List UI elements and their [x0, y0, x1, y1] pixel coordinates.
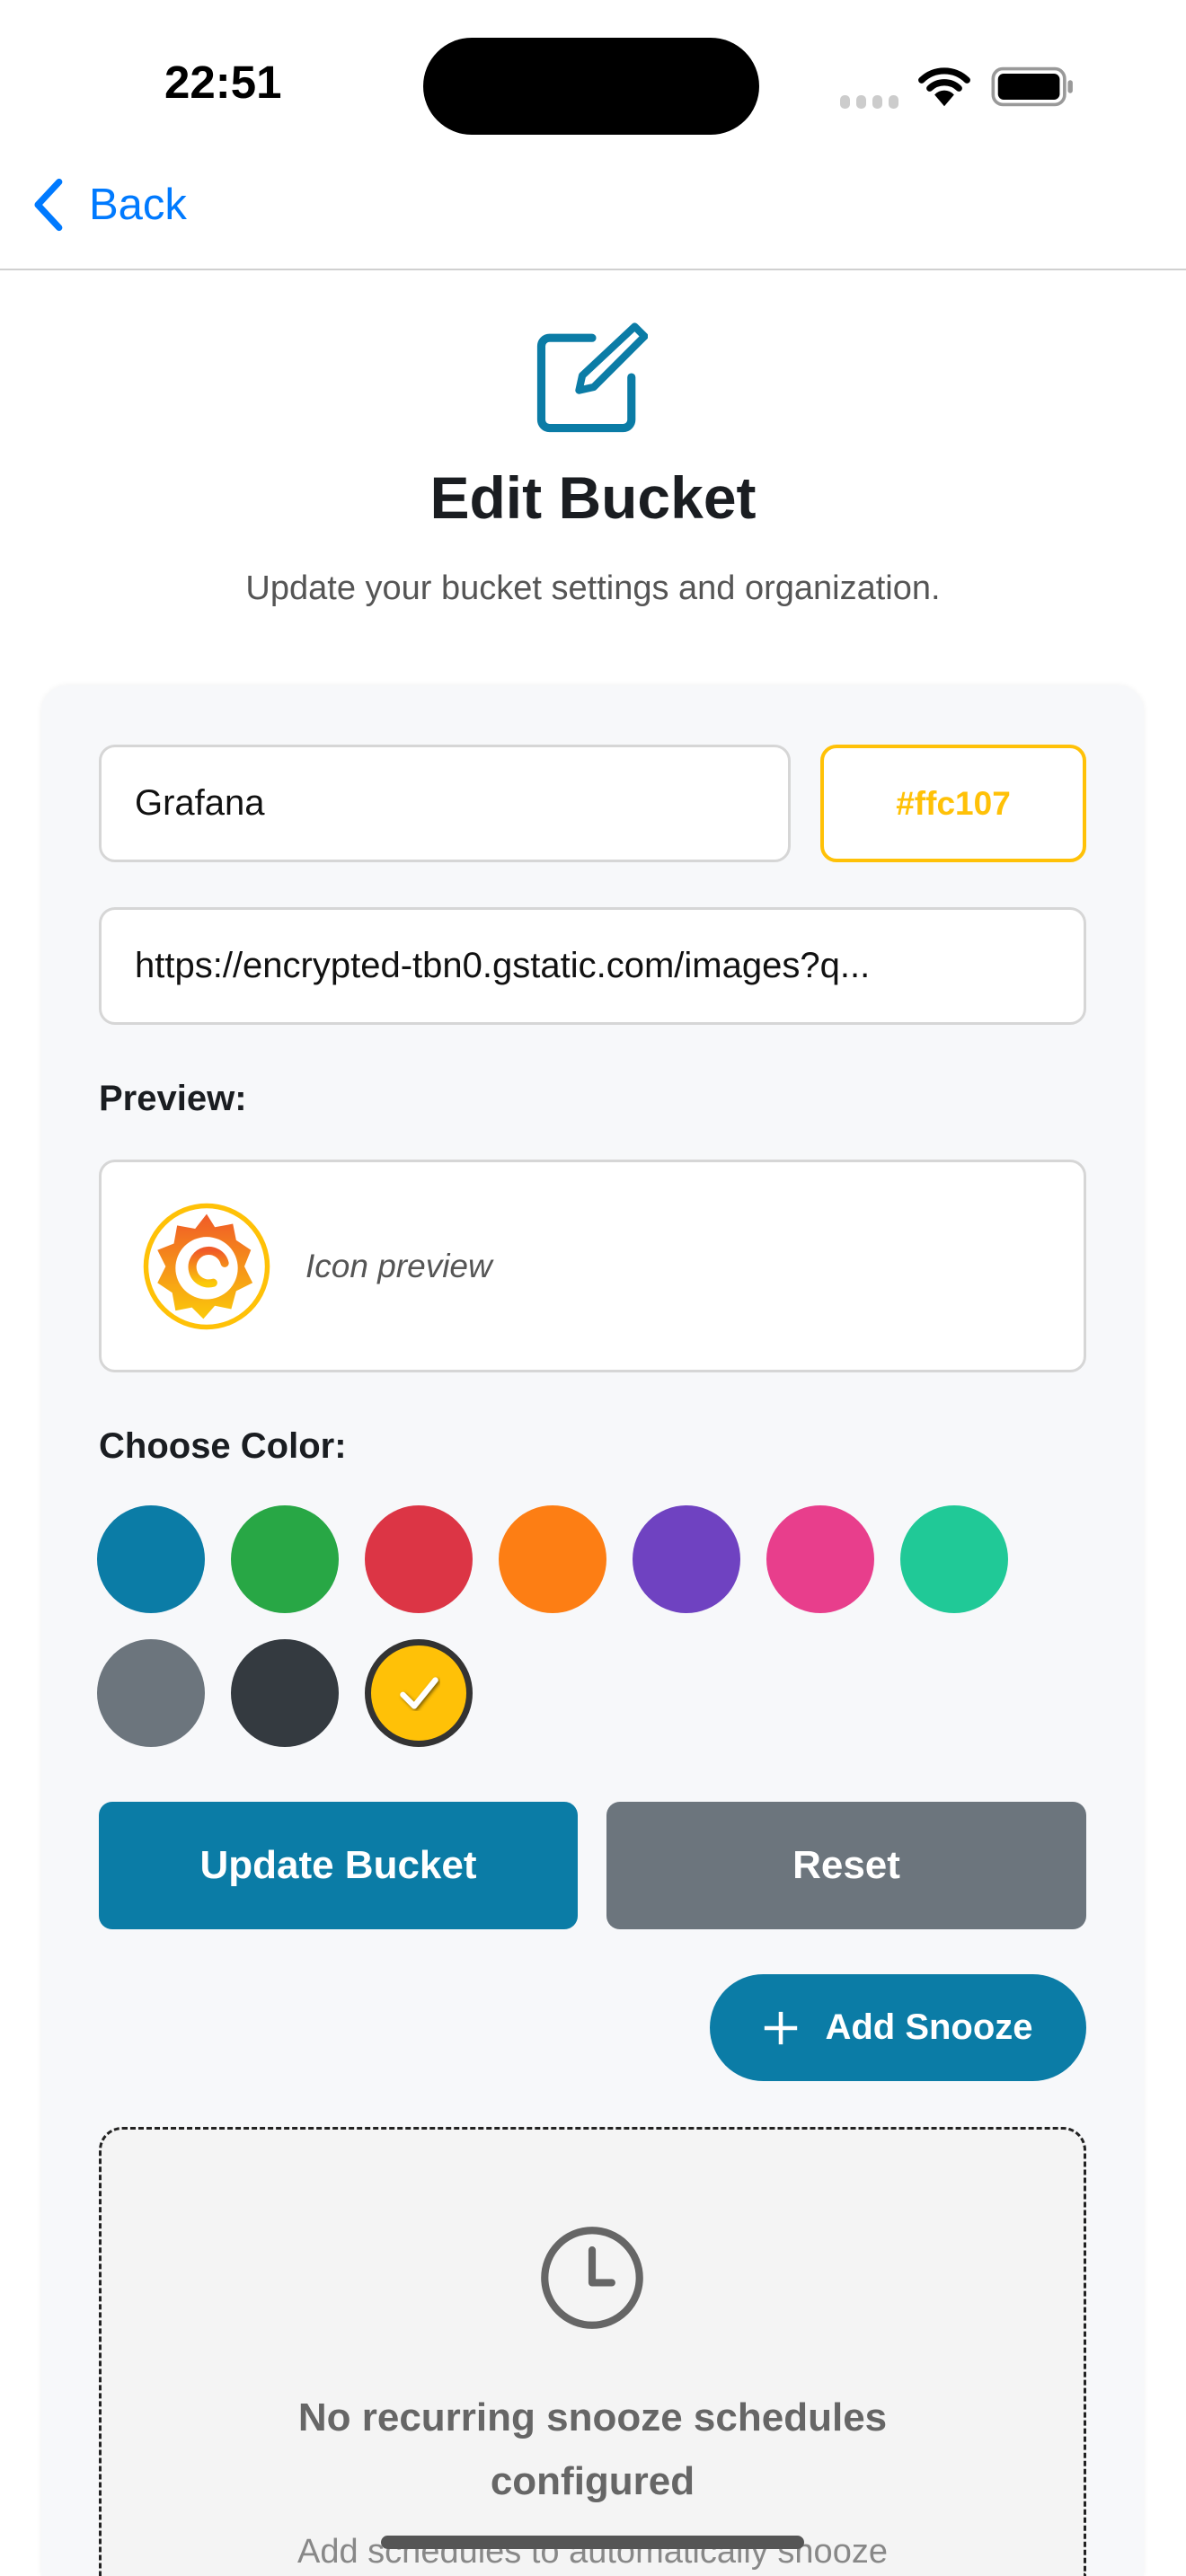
preview-label: Preview:: [99, 1079, 247, 1118]
color-swatches: [97, 1505, 1098, 1747]
signal-icon: [840, 95, 898, 109]
page-title: Edit Bucket: [429, 464, 757, 531]
dynamic-island: [423, 38, 759, 135]
color-swatch[interactable]: [766, 1505, 874, 1613]
home-indicator: [381, 2536, 804, 2549]
color-swatch[interactable]: [231, 1505, 339, 1613]
checkmark-icon: [399, 1677, 438, 1709]
color-swatch[interactable]: [900, 1505, 1008, 1613]
color-swatch[interactable]: [633, 1505, 740, 1613]
choose-color-label: Choose Color:: [99, 1426, 347, 1466]
color-swatch[interactable]: [97, 1639, 205, 1747]
page-subtitle: Update your bucket settings and organiza…: [245, 569, 941, 607]
chevron-left-icon: [34, 178, 63, 232]
update-bucket-button[interactable]: Update Bucket: [99, 1802, 578, 1929]
snooze-empty-title: No recurring snooze schedules configured: [297, 2395, 888, 2503]
wifi-icon: [918, 67, 970, 107]
color-swatch[interactable]: [499, 1505, 606, 1613]
icon-preview-box: Icon preview: [99, 1160, 1086, 1372]
reset-button[interactable]: Reset: [606, 1802, 1086, 1929]
battery-icon: [991, 66, 1073, 107]
color-swatch[interactable]: [365, 1505, 473, 1613]
color-hex-input[interactable]: #ffc107: [820, 745, 1086, 862]
bucket-name-input[interactable]: Grafana: [99, 745, 791, 862]
back-label: Back: [89, 180, 187, 229]
icon-preview-text: Icon preview: [305, 1247, 492, 1284]
status-time: 22:51: [164, 57, 282, 108]
color-swatch[interactable]: [365, 1639, 473, 1747]
color-swatch[interactable]: [231, 1639, 339, 1747]
edit-icon: [536, 322, 648, 433]
add-snooze-label: Add Snooze: [825, 2007, 1033, 2047]
grafana-logo-icon: [143, 1203, 270, 1329]
icon-url-input[interactable]: https://encrypted-tbn0.gstatic.com/image…: [99, 907, 1086, 1025]
add-snooze-button[interactable]: Add Snooze: [710, 1974, 1086, 2081]
color-swatch[interactable]: [97, 1505, 205, 1613]
back-button[interactable]: Back: [30, 177, 187, 233]
plus-icon: [765, 2011, 798, 2044]
nav-divider: [0, 269, 1186, 270]
clock-icon: [541, 2227, 643, 2329]
